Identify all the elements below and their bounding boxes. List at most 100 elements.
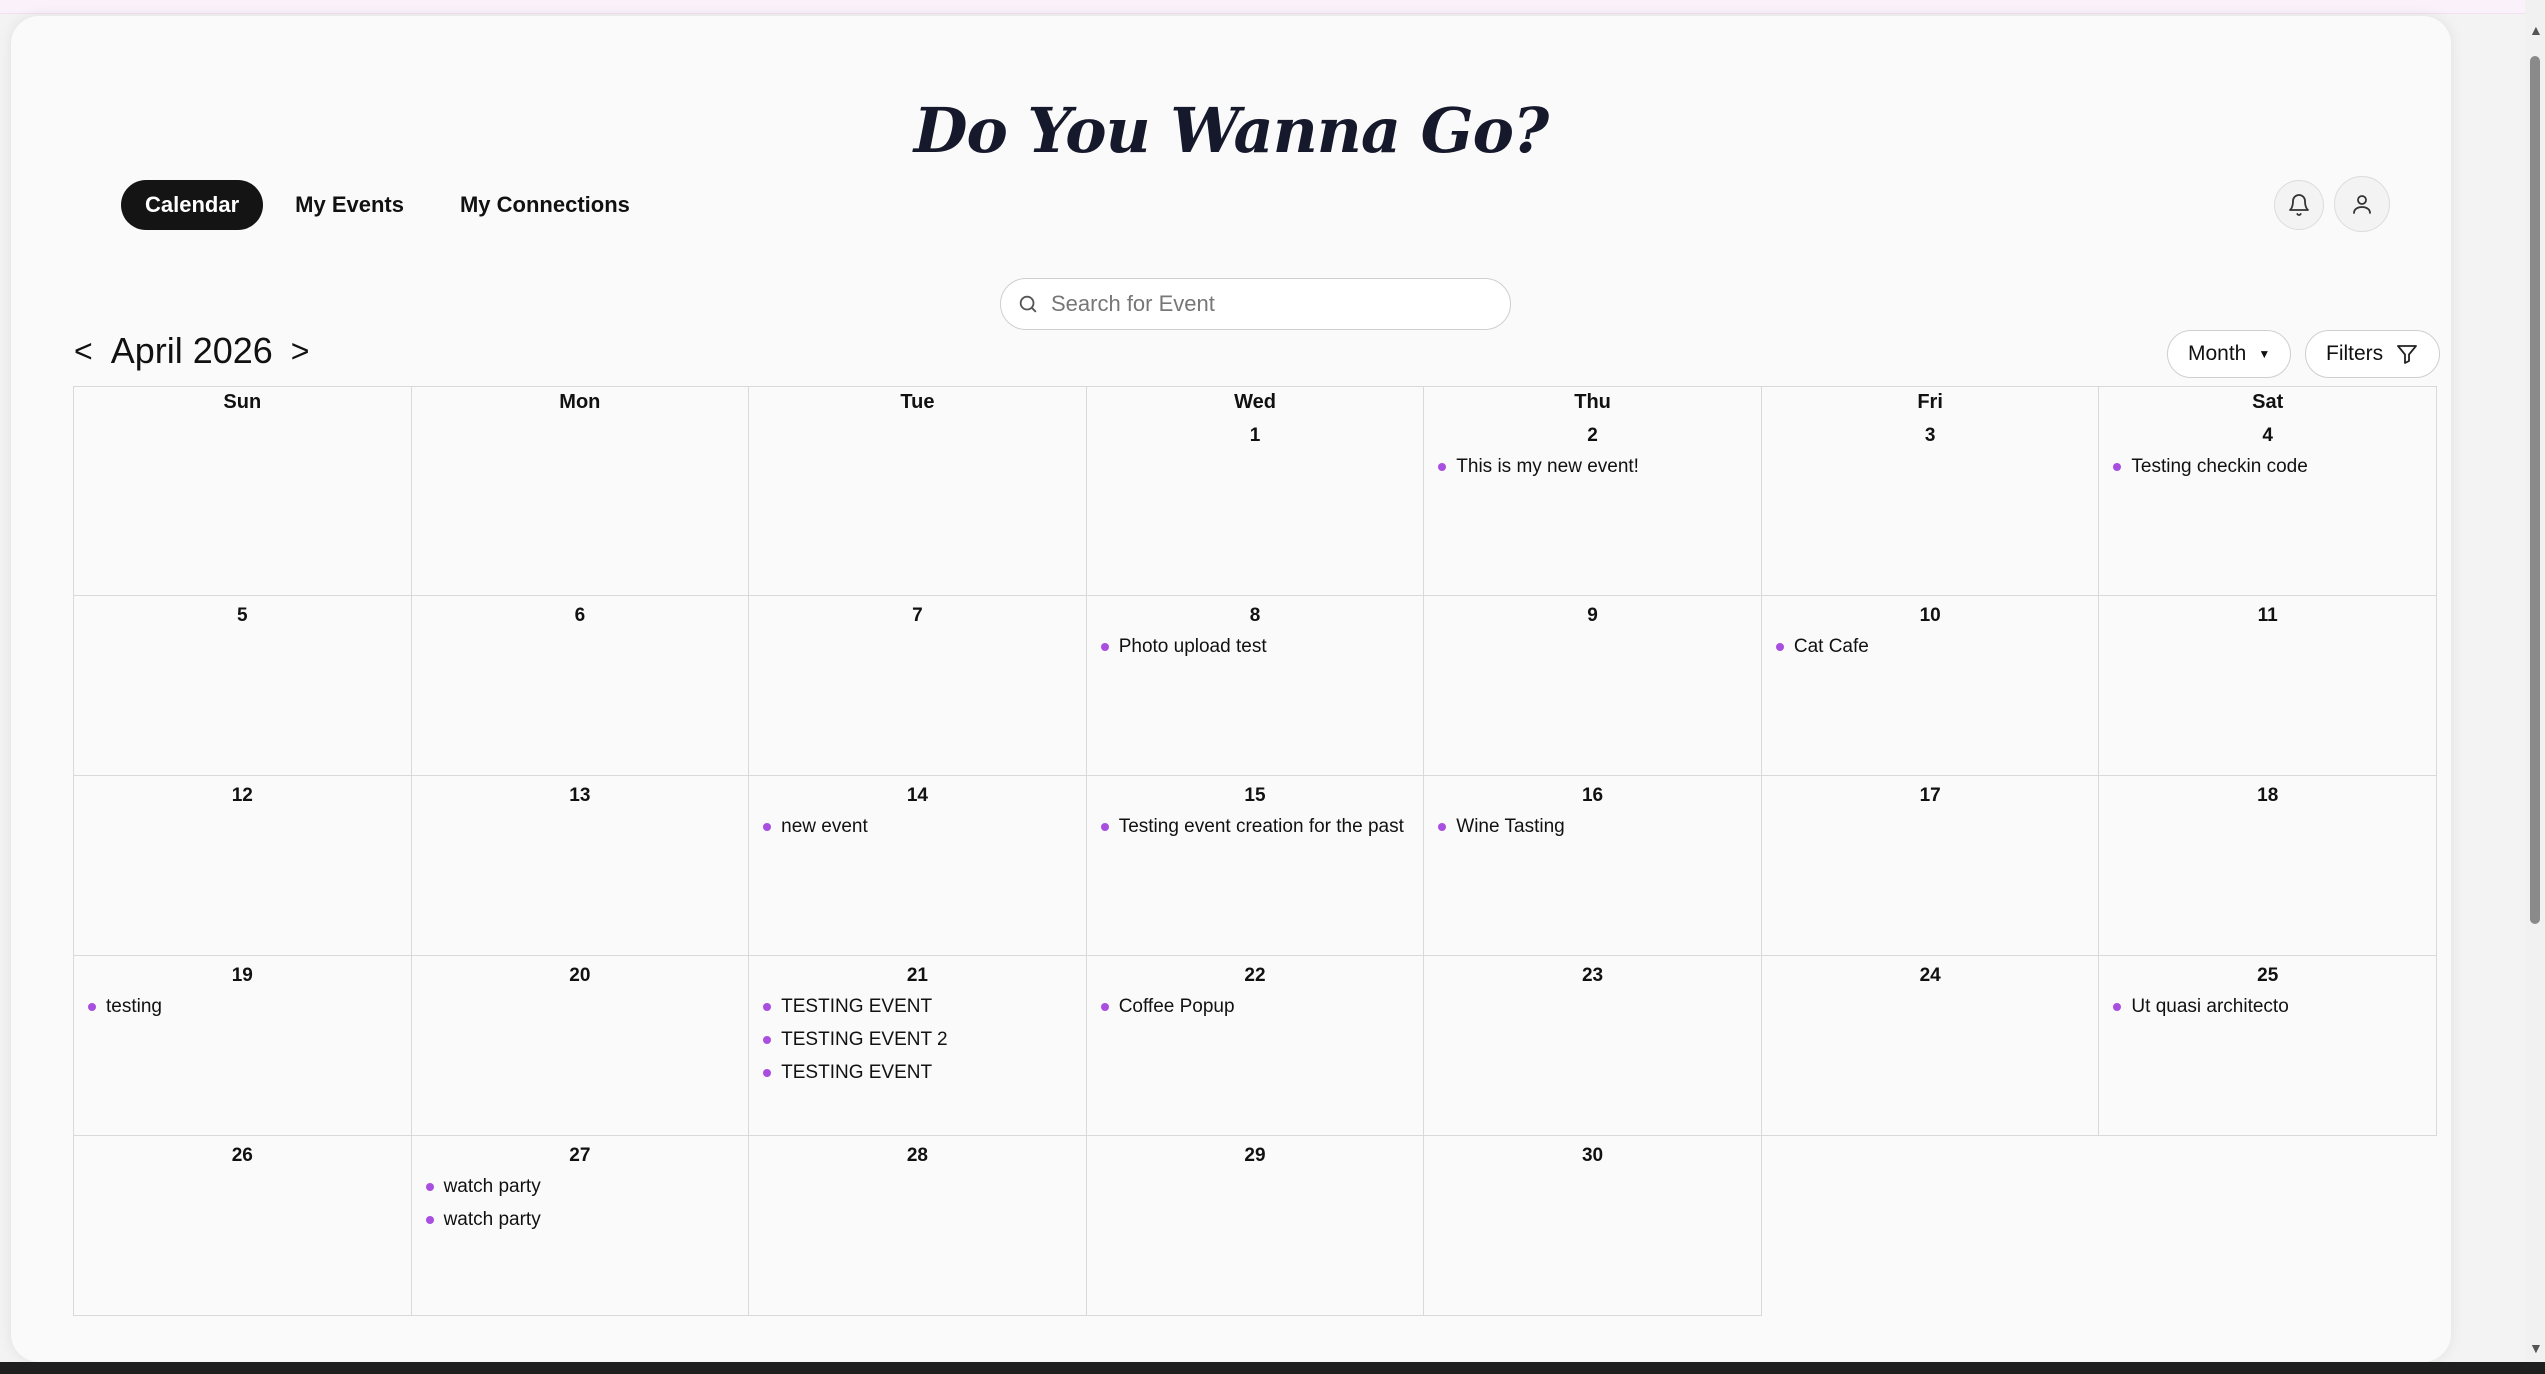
event-dot [88, 1002, 96, 1011]
calendar-event[interactable]: Coffee Popup [1087, 990, 1424, 1023]
day-cell[interactable]: 24 [1761, 956, 2100, 1136]
calendar-week: 19 testing 20 21 TESTING EVENT TESTING EVENT … [73, 956, 2437, 1136]
day-cell[interactable]: 22 Coffee Popup [1086, 956, 1425, 1136]
day-number: 19 [231, 965, 253, 986]
day-cell[interactable]: 26 [74, 1136, 412, 1316]
day-cell[interactable]: 28 [749, 1136, 1087, 1316]
event-title: TESTING EVENT 2 [781, 1028, 948, 1050]
tab-calendar[interactable]: Calendar [121, 180, 264, 230]
search-input[interactable] [1051, 291, 1510, 317]
day-cell[interactable]: 11 [2099, 596, 2437, 776]
day-cell[interactable]: 12 [74, 776, 412, 956]
scrollbar-thumb[interactable] [2530, 56, 2540, 924]
day-cell[interactable]: 20 [411, 956, 750, 1136]
view-select-label: Month [2188, 342, 2247, 365]
day-cell[interactable]: 21 TESTING EVENT TESTING EVENT 2 TESTING EV… [749, 956, 1087, 1136]
day-number: 30 [1581, 1145, 1604, 1166]
day-cell[interactable] [74, 416, 412, 596]
day-cell[interactable]: 18 [2099, 776, 2437, 956]
event-title: TESTING EVENT [781, 995, 933, 1017]
day-cell[interactable]: 3 [1761, 416, 2100, 596]
day-cell[interactable]: 7 [749, 596, 1087, 776]
weekday-mon: Mon [412, 387, 750, 417]
filter-icon [2397, 345, 2418, 364]
calendar-event[interactable]: watch party [412, 1170, 749, 1203]
day-cell[interactable]: 15 Testing event creation for the past [1086, 776, 1425, 956]
next-month-button[interactable]: > [291, 333, 310, 370]
day-number: 1 [1249, 425, 1261, 446]
day-number: 2 [1587, 425, 1598, 446]
profile-button[interactable] [2334, 176, 2390, 232]
calendar-event[interactable]: testing [74, 990, 411, 1023]
day-cell[interactable]: 10 Cat Cafe [1761, 596, 2100, 776]
search-bar[interactable] [1000, 278, 1511, 330]
calendar-event[interactable]: Testing event creation for the past [1087, 810, 1424, 843]
day-number: 3 [1924, 425, 1936, 446]
main-nav: Calendar My Events My Connections [121, 180, 654, 230]
filters-label: Filters [2326, 342, 2384, 365]
weekday-sun: Sun [74, 387, 412, 417]
event-dot [1100, 642, 1109, 651]
day-cell[interactable]: 4 Testing checkin code [2099, 416, 2437, 596]
day-cell[interactable]: 19 testing [74, 956, 412, 1136]
calendar-event[interactable]: Photo upload test [1087, 630, 1424, 663]
day-cell[interactable]: 25 Ut quasi architecto [2099, 956, 2437, 1136]
day-cell[interactable]: 8 Photo upload test [1086, 596, 1425, 776]
day-cell[interactable]: 13 [411, 776, 750, 956]
calendar-event[interactable]: TESTING EVENT [749, 990, 1086, 1023]
event-title: watch party [443, 1175, 541, 1197]
event-dot [1438, 462, 1447, 471]
filters-button[interactable]: Filters [2305, 330, 2441, 378]
day-number: 20 [569, 965, 591, 986]
prev-month-button[interactable]: < [74, 333, 93, 370]
calendar-event[interactable]: Cat Cafe [1762, 630, 2099, 663]
calendar-blank [1762, 1136, 2100, 1316]
weekday-thu: Thu [1424, 387, 1762, 417]
day-cell[interactable]: 2 This is my new event! [1424, 416, 1762, 596]
calendar-event[interactable]: Testing checkin code [2099, 450, 2436, 483]
day-cell[interactable]: 1 [1086, 416, 1425, 596]
scroll-up-icon[interactable]: ▲ [2529, 22, 2543, 38]
day-cell[interactable]: 16 Wine Tasting [1424, 776, 1762, 956]
day-cell[interactable]: 17 [1761, 776, 2100, 956]
event-dot [2113, 462, 2122, 471]
weekday-header: Sun Mon Tue Wed Thu Fri Sat [73, 386, 2437, 417]
day-number: 17 [1919, 785, 1941, 806]
weekday-wed: Wed [1087, 387, 1425, 417]
page-scrollbar[interactable]: ▲ ▼ [2525, 0, 2545, 1362]
day-cell[interactable]: 29 [1086, 1136, 1425, 1316]
event-dot [763, 1068, 772, 1077]
event-title: Ut quasi architecto [2131, 995, 2289, 1017]
calendar-event[interactable]: TESTING EVENT [749, 1056, 1086, 1089]
day-cell[interactable] [411, 416, 750, 596]
calendar-event[interactable]: Ut quasi architecto [2099, 990, 2436, 1023]
day-cell[interactable]: 30 [1424, 1136, 1762, 1316]
day-number: 9 [1587, 605, 1598, 626]
calendar-event[interactable]: Wine Tasting [1424, 810, 1761, 843]
day-cell[interactable]: 14 new event [749, 776, 1087, 956]
day-number: 27 [569, 1145, 591, 1166]
bell-icon [2289, 194, 2309, 216]
calendar-event[interactable]: TESTING EVENT 2 [749, 1023, 1086, 1056]
tab-my-connections[interactable]: My Connections [436, 180, 654, 230]
day-cell[interactable]: 9 [1424, 596, 1762, 776]
calendar-event[interactable]: watch party [412, 1203, 749, 1236]
day-cell[interactable]: 6 [411, 596, 750, 776]
day-number: 22 [1244, 965, 1266, 986]
calendar-event[interactable]: This is my new event! [1424, 450, 1761, 483]
calendar-blank [2099, 1136, 2437, 1316]
notifications-button[interactable] [2274, 180, 2324, 230]
weekday-tue: Tue [749, 387, 1087, 417]
view-select[interactable]: Month ▼ [2167, 330, 2292, 378]
day-cell[interactable]: 27 watch party watch party [411, 1136, 750, 1316]
event-title: Testing checkin code [2131, 455, 2308, 477]
day-cell[interactable]: 23 [1424, 956, 1762, 1136]
calendar-week: 1 2 This is my new event! 3 4 Testing checkin… [73, 416, 2437, 596]
tab-my-events[interactable]: My Events [271, 180, 428, 230]
calendar-event[interactable]: new event [749, 810, 1086, 843]
day-cell[interactable]: 5 [74, 596, 412, 776]
day-number: 8 [1249, 605, 1261, 626]
app-title: Do You Wanna Go? [913, 94, 1550, 167]
day-cell[interactable] [749, 416, 1087, 596]
scroll-down-icon[interactable]: ▼ [2529, 1340, 2543, 1356]
